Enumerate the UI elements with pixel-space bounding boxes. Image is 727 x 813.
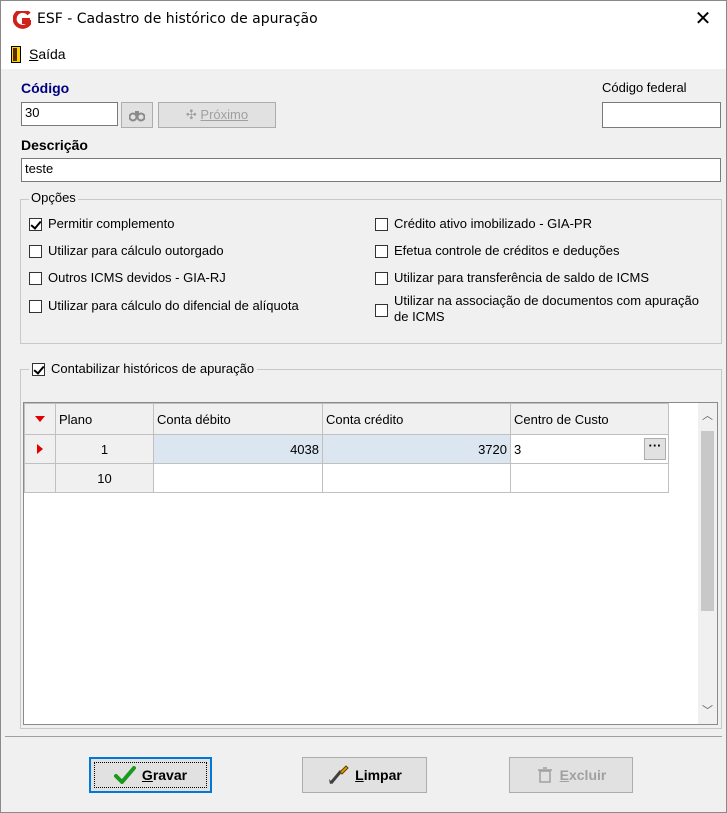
exit-door-icon (11, 46, 21, 63)
codigo-input[interactable]: 30 (21, 102, 118, 126)
checkbox-permitir-complemento[interactable]: Permitir complemento (29, 216, 174, 231)
main-window: ESF - Cadastro de histórico de apuração … (0, 0, 727, 813)
row-indicator (24, 463, 56, 493)
menu-saida-mnemonic: S (29, 46, 39, 62)
checkbox-box[interactable] (29, 272, 42, 285)
checkbox-label: Permitir complemento (48, 216, 175, 231)
limpar-label: Limpar (355, 767, 402, 783)
codigo-label: Código (21, 80, 70, 96)
title-bar: ESF - Cadastro de histórico de apuração … (1, 1, 726, 39)
cell-conta-credito[interactable]: 3720 (322, 434, 511, 464)
table-row[interactable]: 1 4038 3720 3 ··· (24, 434, 669, 464)
proximo-button[interactable]: ✣ Próximo (158, 102, 276, 128)
scroll-thumb[interactable] (701, 431, 714, 611)
gravar-label-rest: ravar (152, 767, 188, 783)
gravar-label: Gravar (142, 767, 187, 783)
grid-header-row: Plano Conta débito Conta crédito Centro … (24, 403, 669, 435)
trash-icon (537, 767, 552, 783)
cell-conta-debito[interactable]: 4038 (153, 434, 323, 464)
checkbox-outros-icms[interactable]: Outros ICMS devidos - GIA-RJ (29, 270, 226, 285)
ellipsis-icon: ··· (648, 438, 662, 453)
checkmark-icon (113, 766, 136, 784)
cell-conta-credito[interactable] (322, 463, 511, 493)
checkbox-box[interactable] (375, 272, 388, 285)
cell-centro-custo[interactable] (510, 463, 669, 493)
excluir-mnemonic: E (559, 767, 569, 783)
checkbox-box[interactable] (29, 218, 42, 231)
eraser-brush-icon (329, 765, 349, 784)
checkbox-label: Efetua controle de créditos e deduções (394, 243, 620, 258)
limpar-mnemonic: L (355, 767, 364, 783)
grid-indicator-header (24, 403, 56, 435)
checkbox-contabilizar[interactable]: Contabilizar históricos de apuração (29, 361, 258, 376)
checkbox-associacao-documentos[interactable]: Utilizar na associação de documentos com… (375, 293, 715, 325)
column-header-plano[interactable]: Plano (55, 403, 154, 435)
table-row[interactable]: 10 (24, 463, 669, 493)
checkbox-label: Outros ICMS devidos - GIA-RJ (48, 270, 226, 285)
checkbox-transferencia-saldo[interactable]: Utilizar para transferência de saldo de … (375, 270, 649, 285)
column-header-conta-credito[interactable]: Conta crédito (322, 403, 511, 435)
checkbox-controle-creditos[interactable]: Efetua controle de créditos e deduções (375, 243, 619, 258)
chevron-up-icon[interactable]: ︿ (698, 407, 717, 425)
limpar-label-rest: impar (363, 767, 402, 783)
checkbox-label: Utilizar para transferência de saldo de … (394, 270, 650, 285)
checkbox-box[interactable] (29, 300, 42, 313)
gravar-button[interactable]: Gravar (89, 757, 212, 793)
binoculars-icon (128, 111, 146, 122)
checkbox-label: Utilizar para cálculo do difencial de al… (48, 298, 299, 313)
cell-centro-custo-value: 3 (514, 441, 522, 457)
cell-centro-custo[interactable]: 3 ··· (510, 434, 669, 464)
close-button[interactable]: ✕ (688, 5, 718, 33)
checkbox-box[interactable] (32, 363, 45, 376)
checkbox-calculo-outorgado[interactable]: Utilizar para cálculo outorgado (29, 243, 224, 258)
grid-table: Plano Conta débito Conta crédito Centro … (24, 403, 669, 493)
checkbox-diferencial-aliquota[interactable]: Utilizar para cálculo do difencial de al… (29, 298, 299, 313)
descricao-input[interactable]: teste (21, 158, 721, 182)
excluir-label-rest: xcluir (568, 767, 607, 783)
gravar-mnemonic: G (141, 767, 153, 783)
menu-bar (1, 39, 726, 69)
row-indicator (24, 434, 56, 464)
search-button[interactable] (121, 102, 153, 128)
app-logo-icon (13, 11, 31, 29)
checkbox-label: Contabilizar históricos de apuração (51, 361, 255, 376)
checkbox-label: Crédito ativo imobilizado - GIA-PR (394, 216, 592, 231)
vertical-scrollbar[interactable]: ︿ ﹀ (698, 403, 717, 724)
excluir-label: Excluir (560, 767, 607, 783)
descricao-label: Descrição (21, 137, 88, 153)
checkbox-label: Utilizar na associação de documentos com… (394, 293, 699, 324)
checkbox-box[interactable] (375, 245, 388, 258)
checkbox-box[interactable] (29, 245, 42, 258)
column-header-conta-debito[interactable]: Conta débito (153, 403, 323, 435)
codigo-federal-input[interactable] (602, 102, 721, 128)
close-icon: ✕ (694, 8, 712, 30)
codigo-federal-label: Código federal (602, 80, 687, 95)
checkbox-credito-ativo[interactable]: Crédito ativo imobilizado - GIA-PR (375, 216, 592, 231)
historicos-grid[interactable]: Plano Conta débito Conta crédito Centro … (23, 402, 718, 725)
menu-item-saida[interactable]: Saída (29, 46, 66, 62)
ellipsis-button[interactable]: ··· (644, 438, 666, 460)
checkbox-label: Utilizar para cálculo outorgado (48, 243, 224, 258)
proximo-label: Próximo (200, 107, 249, 122)
sort-down-icon (35, 416, 45, 422)
excluir-button[interactable]: Excluir (509, 757, 633, 793)
column-header-centro-custo[interactable]: Centro de Custo (510, 403, 669, 435)
chevron-down-icon[interactable]: ﹀ (698, 702, 717, 720)
limpar-button[interactable]: Limpar (302, 757, 427, 793)
cell-plano[interactable]: 1 (55, 434, 154, 464)
plus-icon: ✣ (185, 107, 197, 122)
menu-saida-label: aída (38, 46, 66, 62)
checkbox-box[interactable] (375, 218, 388, 231)
opcoes-title: Opções (29, 190, 78, 205)
window-title: ESF - Cadastro de histórico de apuração (37, 11, 318, 27)
cell-conta-debito[interactable] (153, 463, 323, 493)
current-row-icon (37, 444, 43, 454)
cell-plano[interactable]: 10 (55, 463, 154, 493)
checkbox-box[interactable] (375, 303, 388, 317)
